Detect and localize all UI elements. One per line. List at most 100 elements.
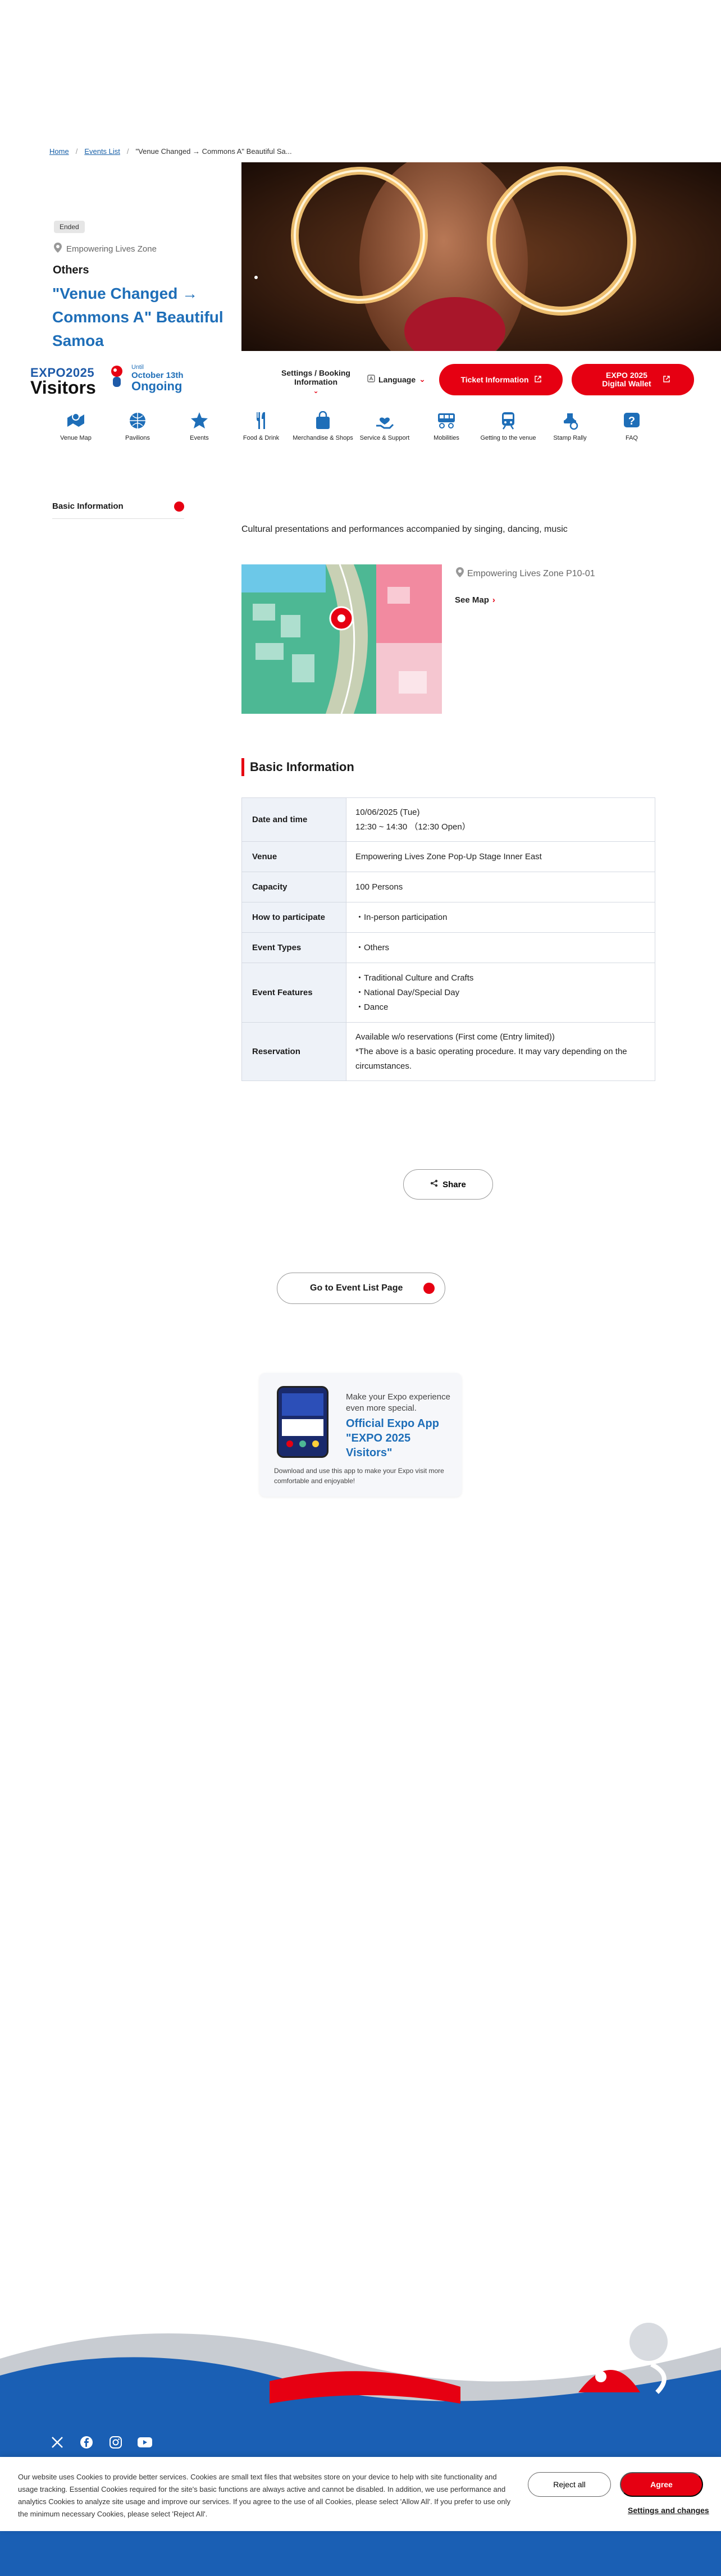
chevron-down-icon: ⌄ [313,387,319,395]
time-text: 12:30 ~ 14:30 （12:30 Open） [355,822,471,832]
app-promo-subtitle: Make your Expo experience even more spec… [346,1392,450,1413]
basic-info-table: Date and time 10/06/2025 (Tue) 12:30 ~ 1… [241,797,655,1081]
arrow-dot-icon [423,1283,435,1294]
nav-label: Getting to the venue [480,435,536,441]
nav-stamp-rally[interactable]: Stamp Rally [539,410,601,442]
event-description: Cultural presentations and performances … [241,525,568,534]
row-label: Reservation [241,1022,346,1081]
nav-merchandise[interactable]: Merchandise & Shops [292,410,354,442]
nav-mobilities[interactable]: Mobilities [416,410,477,442]
table-row: Reservation Available w/o reservations (… [241,1022,655,1081]
main-icon-nav: Venue Map Pavilions Events Food & Drink … [45,410,663,442]
breadcrumb-current: "Venue Changed → Commons A" Beautiful Sa… [135,147,292,156]
share-label: Share [442,1179,466,1189]
location-pin-icon [456,567,464,580]
nav-label: FAQ [625,435,638,441]
list-item: In-person participation [355,910,646,925]
nav-label: Mobilities [433,435,459,441]
support-hand-icon [374,410,395,431]
logo-visitors-text: Visitors [30,377,96,398]
table-row: How to participate In-person participati… [241,902,655,933]
instagram-icon[interactable] [108,2434,124,2450]
nav-service-support[interactable]: Service & Support [354,410,416,442]
settings-booking-label: Settings / Booking Information [281,368,350,386]
events-star-icon [189,410,210,431]
nav-venue-map[interactable]: Venue Map [45,410,107,442]
list-item: Dance [355,1000,646,1015]
language-label: Language [378,375,416,384]
row-label: Event Types [241,932,346,963]
venue-map-icon [65,410,86,431]
see-map-label: See Map [455,595,489,605]
row-value: 100 Persons [346,872,655,902]
app-phone-image [277,1386,328,1458]
list-item: National Day/Special Day [355,986,646,1000]
nav-label: Food & Drink [243,435,280,441]
location-pin-icon [54,243,62,255]
row-value: In-person participation [346,902,655,933]
share-button[interactable]: Share [403,1169,493,1200]
row-value: Traditional Culture and Crafts National … [346,963,655,1023]
cookie-settings-link[interactable]: Settings and changes [628,2506,709,2515]
reject-all-button[interactable]: Reject all [528,2472,611,2497]
nav-pavilions[interactable]: Pavilions [107,410,168,442]
row-value: 10/06/2025 (Tue) 12:30 ~ 14:30 （12:30 Op… [346,797,655,842]
globe-icon [367,375,375,384]
see-map-link[interactable]: See Map › [455,595,495,605]
row-label: How to participate [241,902,346,933]
nav-faq[interactable]: ? FAQ [601,410,663,442]
cookie-text: Our website uses Cookies to provide bett… [18,2473,511,2518]
mobility-icon [436,410,457,431]
table-row: Capacity 100 Persons [241,872,655,902]
reservation-note: *The above is a basic operating procedur… [355,1046,627,1071]
settings-booking-menu[interactable]: Settings / Booking Information ⌄ [278,368,354,395]
date-text: 10/06/2025 (Tue) [355,807,420,817]
event-list-button[interactable]: Go to Event List Page [277,1273,445,1304]
nav-label: Pavilions [125,435,150,441]
breadcrumb: Home / Events List / "Venue Changed → Co… [49,147,292,156]
shopping-bag-icon [312,410,334,431]
train-icon [498,410,519,431]
row-label: Event Features [241,963,346,1023]
app-promo-title: Official Expo App "EXPO 2025 Visitors" [346,1417,439,1459]
breadcrumb-separator: / [75,147,78,156]
breadcrumb-home-link[interactable]: Home [49,147,69,156]
zone-text: Empowering Lives Zone [66,244,157,254]
chevron-down-icon: ⌄ [419,375,426,384]
breadcrumb-separator: / [126,147,129,156]
chevron-right-icon: › [492,595,495,605]
map-location: Empowering Lives Zone P10-01 [456,567,595,580]
anchor-dot-icon [174,501,184,512]
row-label: Venue [241,841,346,872]
row-label: Date and time [241,797,346,842]
table-row: Date and time 10/06/2025 (Tue) 12:30 ~ 1… [241,797,655,842]
venue-map-thumbnail[interactable] [241,564,442,714]
sidebar-anchor-basic-info[interactable]: Basic Information [52,494,184,519]
ticket-information-button[interactable]: Ticket Information [439,364,563,395]
x-twitter-icon[interactable] [49,2434,65,2450]
nav-label: Events [190,435,209,441]
stamp-icon [559,410,581,431]
breadcrumb-events-list-link[interactable]: Events List [84,147,120,156]
list-item: Others [355,941,646,955]
heading-accent-bar [241,758,244,776]
basic-info-heading-text: Basic Information [250,760,354,774]
table-row: Event Features Traditional Culture and C… [241,963,655,1023]
nav-events[interactable]: Events [168,410,230,442]
digital-wallet-button[interactable]: EXPO 2025 Digital Wallet [572,364,694,395]
expo-visitors-logo[interactable]: EXPO2025 Visitors [30,366,96,396]
sidebar-anchor-label: Basic Information [52,501,124,511]
nav-label: Merchandise & Shops [293,435,353,441]
expo-status: Until October 13th Ongoing [107,364,184,393]
external-link-icon [534,375,541,384]
agree-button[interactable]: Agree [620,2472,703,2497]
language-selector[interactable]: Language ⌄ [367,375,426,384]
status-label: Until [131,364,144,371]
youtube-icon[interactable] [137,2434,153,2450]
nav-food-drink[interactable]: Food & Drink [230,410,292,442]
nav-getting-to-venue[interactable]: Getting to the venue [477,410,539,442]
facebook-icon[interactable] [79,2434,94,2450]
pavilion-globe-icon [127,410,148,431]
svg-text:?: ? [628,415,635,427]
row-value: Others [346,932,655,963]
